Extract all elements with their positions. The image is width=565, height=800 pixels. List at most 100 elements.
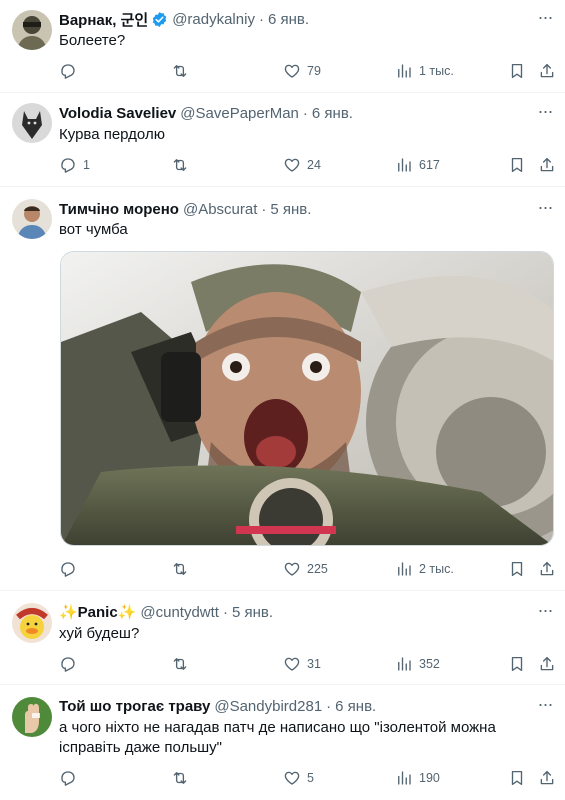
retweet-button[interactable] [171,558,195,580]
reply-icon [61,562,75,577]
share-icon [540,157,554,172]
views-icon [398,657,411,671]
tweet-header: Volodia Saveliev @SavePaperMan · 6 янв. [59,103,525,123]
views-count: 190 [419,771,440,785]
tweet-text: Болеете? [59,32,126,49]
author-name[interactable]: Volodia Saveliev [59,105,176,122]
views-icon [398,771,411,785]
more-options-icon[interactable]: ··· [535,601,555,623]
like-button[interactable]: 31 [283,653,321,675]
retweet-button[interactable] [171,767,195,789]
heart-icon [284,562,300,576]
views-icon [398,562,411,576]
heart-icon [284,771,300,785]
share-button[interactable] [538,767,556,789]
author-name[interactable]: ✨Panic✨ [59,603,136,621]
tweet-text: хуй будеш? [59,625,140,642]
share-button[interactable] [538,154,556,176]
tweet-date[interactable]: 6 янв. [312,105,353,122]
hand-avatar-icon[interactable] [12,697,52,737]
views-count: 2 тыс. [419,562,454,576]
bookmark-button[interactable] [508,767,526,789]
retweet-icon [173,658,187,670]
like-button[interactable]: 225 [283,558,328,580]
reply-button[interactable]: 1 [59,154,90,176]
like-button[interactable]: 79 [283,60,321,82]
tweet-3[interactable]: Тимчіно морено @Abscurat · 5 янв. ··· во… [0,187,565,591]
tweet-5[interactable]: Той шо трогає траву @Sandybird281 · 6 ян… [0,685,565,800]
tweet-header: Тимчіно морено @Abscurat · 5 янв. [59,199,525,219]
share-button[interactable] [538,558,556,580]
reply-button[interactable] [59,767,83,789]
duck-avatar-icon[interactable] [12,603,52,643]
separator-dot: · [326,697,332,715]
views-count: 352 [419,657,440,671]
bookmark-button[interactable] [508,558,526,580]
retweet-button[interactable] [171,653,195,675]
more-options-icon[interactable]: ··· [535,8,555,30]
reply-icon [61,771,75,786]
views-button[interactable]: 1 тыс. [395,60,454,82]
reply-icon [61,657,75,672]
bookmark-icon [511,561,523,577]
tweet-2[interactable]: Volodia Saveliev @SavePaperMan · 6 янв. … [0,93,565,187]
bookmark-button[interactable] [508,653,526,675]
separator-dot: · [222,603,228,621]
views-button[interactable]: 352 [395,653,440,675]
author-handle[interactable]: @Sandybird281 [214,698,322,715]
views-button[interactable]: 190 [395,767,440,789]
author-name[interactable]: Той шо трогає траву [59,698,210,715]
tweet-1[interactable]: Варнак, 군인 @radykalniy · 6 янв. ··· Боле… [0,0,565,93]
tweet-date[interactable]: 5 янв. [270,201,311,218]
tweet-date[interactable]: 6 янв. [268,11,309,28]
reply-icon [61,64,75,79]
retweet-button[interactable] [171,154,195,176]
reply-button[interactable] [59,558,83,580]
heart-icon [284,158,300,172]
separator-dot: · [302,104,308,122]
author-handle[interactable]: @SavePaperMan [180,105,299,122]
more-options-icon[interactable]: ··· [535,695,555,717]
bookmark-icon [511,656,523,672]
bookmark-icon [511,63,523,79]
tweet-actions: 79 1 тыс. [57,60,556,82]
like-button[interactable]: 5 [283,767,314,789]
share-button[interactable] [538,653,556,675]
retweet-icon [173,563,187,575]
man-avatar-icon[interactable] [12,199,52,239]
retweet-icon [173,65,187,77]
tweet-date[interactable]: 5 янв. [232,604,273,621]
retweet-icon [173,772,187,784]
separator-dot: · [261,200,267,218]
retweet-button[interactable] [171,60,195,82]
tweet-text: а чого ніхто не нагадав патч де написано… [59,719,496,756]
bookmark-button[interactable] [508,154,526,176]
author-name[interactable]: Варнак, 군인 [59,9,148,30]
author-handle[interactable]: @radykalniy [172,11,255,28]
tweet-actions: 31 352 [57,653,556,675]
author-name[interactable]: Тимчіно морено [59,201,179,218]
views-icon [398,64,411,78]
more-options-icon[interactable]: ··· [535,102,555,124]
views-button[interactable]: 617 [395,154,440,176]
reply-icon [61,158,75,173]
share-button[interactable] [538,60,556,82]
like-button[interactable]: 24 [283,154,321,176]
reply-button[interactable] [59,653,83,675]
tweet-actions: 225 2 тыс. [57,558,556,580]
views-button[interactable]: 2 тыс. [395,558,454,580]
tweet-header: Варнак, 군인 @radykalniy · 6 янв. [59,9,525,29]
tweet-4[interactable]: ✨Panic✨ @cuntydwtt · 5 янв. ··· хуй буде… [0,591,565,685]
reply-button[interactable] [59,60,83,82]
like-count: 31 [307,657,321,671]
tweet-media-image[interactable] [60,251,554,546]
author-handle[interactable]: @Abscurat [183,201,257,218]
soldier-avatar-icon[interactable] [12,10,52,50]
share-icon [540,656,554,671]
author-handle[interactable]: @cuntydwtt [140,604,219,621]
more-options-icon[interactable]: ··· [535,198,555,220]
tweet-date[interactable]: 6 янв. [335,698,376,715]
wolf-avatar-icon[interactable] [12,103,52,143]
bookmark-button[interactable] [508,60,526,82]
bookmark-icon [511,770,523,786]
